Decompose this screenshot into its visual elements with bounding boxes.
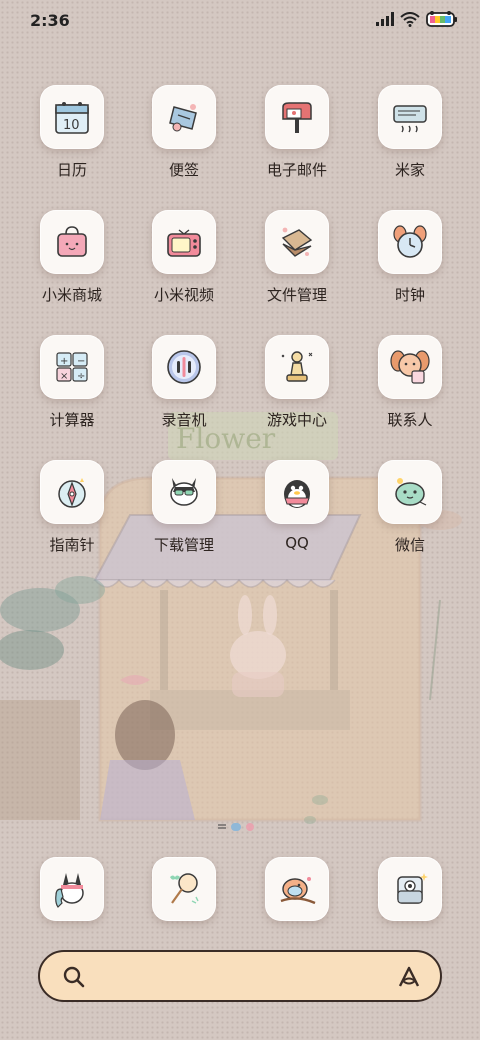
- app-game-center[interactable]: 游戏中心: [247, 335, 347, 430]
- qq-penguin-icon: [284, 480, 310, 508]
- app-label: 小米视频: [153, 286, 214, 304]
- search-bar[interactable]: [38, 950, 442, 1002]
- camera-tile: [378, 857, 442, 921]
- app-label: QQ: [285, 534, 309, 552]
- game-center-tile: [265, 335, 329, 399]
- page-dot-active: [231, 823, 241, 831]
- app-label: 便签: [168, 161, 199, 179]
- app-label: 录音机: [161, 411, 207, 429]
- dock-messages[interactable]: [247, 857, 347, 921]
- app-label: 电子邮件: [266, 161, 327, 179]
- app-label: 计算器: [49, 411, 95, 429]
- mi-store-tile: [40, 210, 104, 274]
- svg-text:×: ×: [60, 371, 68, 382]
- calculator-tile: + − × ÷: [40, 335, 104, 399]
- app-mijia[interactable]: 米家: [360, 85, 460, 180]
- butterfly-net-tile: [152, 857, 216, 921]
- app-label: 下载管理: [153, 536, 214, 554]
- app-label: 指南针: [49, 536, 95, 554]
- svg-text:−: −: [77, 356, 85, 367]
- status-bar: 2:36: [0, 0, 480, 42]
- app-compass[interactable]: 指南针: [22, 460, 122, 555]
- calendar-icon: 10: [55, 102, 89, 134]
- download-icon: [170, 478, 198, 506]
- recorder-tile: [152, 335, 216, 399]
- compass-tile: [40, 460, 104, 524]
- app-label: 微信: [394, 536, 425, 554]
- wechat-tile: [378, 460, 442, 524]
- tv-icon: [167, 229, 201, 257]
- mijia-icon: [393, 105, 427, 133]
- app-clock[interactable]: 时钟: [360, 210, 460, 305]
- recorder-icon: [167, 350, 201, 384]
- menu-lines-icon: [218, 824, 226, 829]
- phone-tile: [40, 857, 104, 921]
- app-calculator[interactable]: + − × ÷ 计算器: [22, 335, 122, 430]
- app-recorder[interactable]: 录音机: [134, 335, 234, 430]
- app-label: 米家: [394, 161, 425, 179]
- app-label: 游戏中心: [266, 411, 327, 429]
- wechat-icon: [395, 478, 427, 506]
- svg-text:÷: ÷: [77, 371, 85, 382]
- notes-tile: [152, 85, 216, 149]
- file-manager-tile: [265, 210, 329, 274]
- signal-icon: [376, 12, 394, 26]
- download-manager-tile: [152, 460, 216, 524]
- phone-icon: [55, 873, 84, 908]
- status-icons: [376, 11, 458, 27]
- app-label: 联系人: [387, 411, 433, 429]
- calendar-tile: 10: [40, 85, 104, 149]
- chess-pawn-icon: [281, 351, 313, 382]
- app-wechat[interactable]: 微信: [360, 460, 460, 555]
- messages-tile: [265, 857, 329, 921]
- app-mi-store[interactable]: 小米商城: [22, 210, 122, 305]
- compass-icon: [58, 478, 86, 508]
- app-label: 日历: [56, 161, 87, 179]
- app-mi-video[interactable]: 小米视频: [134, 210, 234, 305]
- contacts-tile: [378, 335, 442, 399]
- camera-icon: [397, 873, 428, 904]
- dock-camera[interactable]: [360, 857, 460, 921]
- status-time: 2:36: [30, 11, 70, 30]
- app-email[interactable]: 电子邮件: [247, 85, 347, 180]
- app-qq[interactable]: QQ: [247, 460, 347, 552]
- app-file-manager[interactable]: 文件管理: [247, 210, 347, 305]
- contacts-icon: [390, 350, 430, 384]
- clock-tile: [378, 210, 442, 274]
- mi-video-tile: [152, 210, 216, 274]
- alarm-clock-icon: [393, 225, 427, 258]
- wifi-icon: [400, 11, 420, 27]
- mijia-tile: [378, 85, 442, 149]
- app-label: 文件管理: [266, 286, 327, 304]
- search-icon[interactable]: [62, 965, 86, 989]
- svg-text:+: +: [60, 356, 68, 367]
- app-label: 小米商城: [41, 286, 102, 304]
- app-download-manager[interactable]: 下载管理: [134, 460, 234, 555]
- page-indicator[interactable]: [218, 823, 254, 831]
- xiaoai-assistant-icon[interactable]: [396, 964, 422, 990]
- app-notes[interactable]: 便签: [134, 85, 234, 180]
- calculator-icon: + − × ÷: [56, 352, 88, 382]
- dock-net[interactable]: [134, 857, 234, 921]
- butterfly-net-icon: [170, 873, 199, 904]
- battery-icon: [426, 11, 457, 27]
- calendar-date: 10: [63, 118, 80, 133]
- app-label: 时钟: [394, 286, 425, 304]
- shopping-bag-icon: [57, 226, 87, 257]
- dock-phone[interactable]: [22, 857, 122, 921]
- notes-icon: [169, 104, 197, 132]
- email-tile: [265, 85, 329, 149]
- app-calendar[interactable]: 10 日历: [22, 85, 122, 180]
- mailbox-icon: [282, 102, 312, 133]
- qq-tile: [265, 460, 329, 524]
- folder-icon: [281, 227, 313, 257]
- page-dot: [246, 823, 254, 831]
- message-bird-icon: [280, 877, 316, 905]
- app-contacts[interactable]: 联系人: [360, 335, 460, 430]
